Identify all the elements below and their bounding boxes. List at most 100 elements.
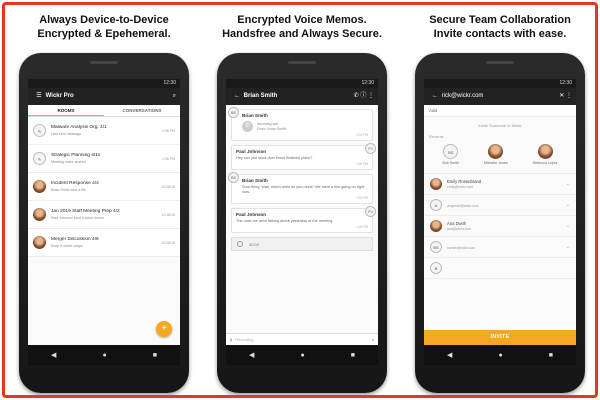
- sender-name: Paul Johnson: [236, 149, 267, 154]
- screen-invite: 12:30 ← rick@wickr.com ✕ ⋮ Add Invite So…: [424, 79, 576, 365]
- sender-name: Brian Smith: [242, 113, 268, 118]
- play-icon[interactable]: [237, 241, 243, 247]
- app-bar: ← Brian Smith ✆ ⓘ ⋮: [226, 88, 378, 105]
- room-title: Strategic Planning 4/11: [51, 153, 101, 158]
- contact-email: bsmith@wickr.com: [447, 245, 476, 250]
- panel-voice-memos: Encrypted Voice Memos. Handsfree and Alw…: [203, 5, 401, 395]
- contact-name: Bob Smith: [442, 161, 460, 165]
- invite-hint[interactable]: Invite Someone to Wickr: [424, 117, 576, 131]
- more-icon[interactable]: ⋮: [566, 93, 572, 99]
- home-nav-icon[interactable]: ●: [102, 352, 106, 359]
- contact-row[interactable]: Ana Dwith ana@wickr.com ⌄: [424, 216, 576, 237]
- contact-text: Emily Rosenbrand emily@wickr.com: [447, 179, 566, 189]
- phone-3: 12:30 ← rick@wickr.com ✕ ⋮ Add Invite So…: [415, 53, 585, 393]
- message[interactable]: BS Brian Smith Sure thing. Wait, which o…: [228, 172, 373, 204]
- tab-rooms[interactable]: ROOMS: [28, 105, 104, 116]
- room-time: 12/18/18: [161, 212, 175, 217]
- recents-list: BS Bob Smith Michelle Jones Rebecca Lope…: [424, 142, 576, 174]
- contact-avatar: A: [430, 199, 442, 211]
- contact-avatar: [430, 178, 442, 190]
- room-row[interactable]: Merger Discussion 4/6 Keep it under wrap…: [28, 229, 180, 257]
- caption-line-1: Secure Team Collaboration: [429, 14, 571, 26]
- audio-duration: 00:03: [249, 241, 260, 247]
- message-time: 1:03 PM: [356, 196, 368, 200]
- new-room-button[interactable]: +: [156, 321, 172, 337]
- recents-nav-icon[interactable]: ■: [549, 352, 553, 359]
- phone-2: 12:30 ← Brian Smith ✆ ⓘ ⋮ BS Brian Smith: [217, 53, 387, 393]
- sender-name: Paul Johnson: [236, 212, 267, 217]
- room-title: Malware Analysis Org. 4/1: [51, 125, 107, 130]
- contact-text: bsmith@wickr.com: [447, 245, 566, 250]
- info-icon[interactable]: ⓘ: [360, 93, 366, 99]
- recents-label: Recents: [429, 134, 444, 139]
- status-bar: 12:30: [28, 79, 180, 88]
- back-nav-icon[interactable]: ◀: [249, 351, 254, 359]
- invite-button[interactable]: INVITE: [424, 330, 576, 345]
- message-input[interactable]: Recording: [235, 337, 368, 342]
- caption-2: Encrypted Voice Memos. Handsfree and Alw…: [203, 13, 401, 41]
- voice-memo-player[interactable]: 00:03: [231, 237, 373, 251]
- message-body: Hey can you send over those finalized pl…: [236, 156, 313, 160]
- message[interactable]: PJ Paul Johnson Hey can you send over th…: [231, 143, 376, 170]
- close-icon[interactable]: ✕: [559, 93, 564, 99]
- message-content: Brian Smith ✆ Incoming call From: Brian …: [242, 113, 368, 137]
- room-row[interactable]: ✎ Strategic Planning 4/11 Meeting notes …: [28, 145, 180, 173]
- message[interactable]: PJ Paul Johnson The ones we were talking…: [231, 206, 376, 233]
- recents-nav-icon[interactable]: ■: [153, 352, 157, 359]
- message-time: 1:01 PM: [356, 133, 368, 137]
- attach-icon[interactable]: ▮: [230, 337, 232, 342]
- message-time: 1:02 PM: [356, 162, 368, 166]
- message[interactable]: BS Brian Smith ✆ Incoming call From: Bri…: [228, 107, 373, 141]
- recent-contact[interactable]: Rebecca Lopez: [533, 144, 558, 165]
- contact-avatar: B: [430, 262, 442, 274]
- room-avatar: [33, 180, 46, 193]
- screen-rooms: 12:30 ☰ Wickr Pro ⌕ ROOMS CONVERSATIONS …: [28, 79, 180, 365]
- chevron-down-icon[interactable]: ⌄: [566, 202, 570, 208]
- tab-conversations[interactable]: CONVERSATIONS: [104, 105, 180, 116]
- back-icon[interactable]: ←: [430, 88, 440, 105]
- home-nav-icon[interactable]: ●: [300, 352, 304, 359]
- recent-contact[interactable]: Michelle Jones: [484, 144, 508, 165]
- app-bar-actions: ✆ ⓘ ⋮: [354, 88, 374, 105]
- nav-bar: ◀ ● ■: [424, 345, 576, 365]
- chevron-down-icon[interactable]: ⌄: [566, 244, 570, 250]
- search-icon[interactable]: ⌕: [173, 88, 176, 105]
- contact-row[interactable]: Emily Rosenbrand emily@wickr.com ⌄: [424, 174, 576, 195]
- home-nav-icon[interactable]: ●: [498, 352, 502, 359]
- back-nav-icon[interactable]: ◀: [51, 351, 56, 359]
- room-row[interactable]: Jan 2019 Staff Meeting Prep 4/2 Paul Joh…: [28, 201, 180, 229]
- caption-line-1: Encrypted Voice Memos.: [237, 14, 367, 26]
- contact-name: Emily Rosenbrand: [447, 179, 482, 184]
- message-body: The ones we were talking about yesterday…: [236, 219, 334, 223]
- back-nav-icon[interactable]: ◀: [447, 351, 452, 359]
- room-list: ✎ Malware Analysis Org. 4/1 Last sent me…: [28, 117, 180, 257]
- search-value[interactable]: rick@wickr.com: [442, 93, 484, 99]
- phone-icon[interactable]: ✆: [242, 121, 253, 132]
- recent-contact[interactable]: BS Bob Smith: [442, 144, 459, 165]
- screen-conversation: 12:30 ← Brian Smith ✆ ⓘ ⋮ BS Brian Smith: [226, 79, 378, 365]
- nav-bar: ◀ ● ■: [28, 345, 180, 365]
- room-row[interactable]: ✎ Malware Analysis Org. 4/1 Last sent me…: [28, 117, 180, 145]
- contact-row[interactable]: BS bsmith@wickr.com ⌄: [424, 237, 576, 258]
- mic-icon[interactable]: ●: [372, 337, 374, 342]
- chevron-down-icon[interactable]: ⌄: [566, 181, 570, 187]
- phone-icon[interactable]: ✆: [354, 93, 359, 99]
- caption-line-2: Invite contacts with ease.: [433, 28, 567, 40]
- contact-email: ana@wickr.com: [447, 227, 471, 231]
- chevron-down-icon[interactable]: ⌄: [566, 223, 570, 229]
- message-body: Sure thing. Wait, which ones do you need…: [242, 185, 365, 194]
- room-subtitle: Keep it under wraps: [51, 244, 83, 248]
- more-icon[interactable]: ⋮: [368, 93, 374, 99]
- room-row[interactable]: Incident Response 4/4 Brian Smith sent a…: [28, 173, 180, 201]
- message-content: Brian Smith Sure thing. Wait, which ones…: [242, 178, 368, 200]
- add-field[interactable]: Add: [424, 105, 576, 117]
- contact-row[interactable]: A amyreed@wickr.com ⌄: [424, 195, 576, 216]
- contact-name: Michelle Jones: [483, 161, 508, 165]
- recents-nav-icon[interactable]: ■: [351, 352, 355, 359]
- back-icon[interactable]: ←: [232, 88, 242, 105]
- menu-icon[interactable]: ☰: [34, 88, 44, 105]
- room-avatar: [33, 236, 46, 249]
- app-bar: ← rick@wickr.com ✕ ⋮: [424, 88, 576, 105]
- message-list: BS Brian Smith ✆ Incoming call From: Bri…: [226, 107, 378, 251]
- contact-row[interactable]: B: [424, 258, 576, 279]
